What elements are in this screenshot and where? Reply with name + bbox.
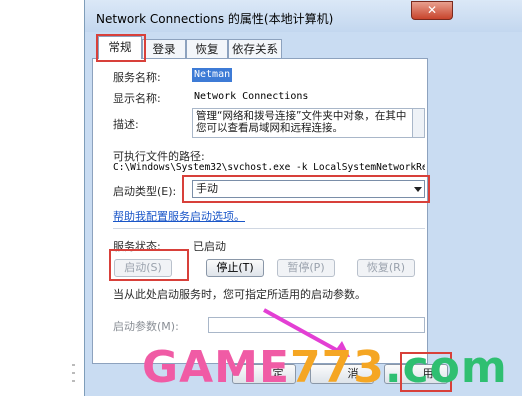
tab-label: 依存关系 <box>232 42 278 56</box>
tab-logon[interactable]: 登录 <box>142 39 186 58</box>
description-box[interactable]: 管理“网络和拨号连接”文件夹中对象，在其中您可以查看局域网和远程连接。 <box>192 108 414 138</box>
game773-watermark: GAME773.com <box>142 344 508 392</box>
title-bar: Network Connections 的属性(本地计算机) ✕ <box>85 0 522 32</box>
service-name-label: 服务名称: <box>113 71 161 84</box>
edge-tick <box>72 380 75 382</box>
start-hint-text: 当从此处启动服务时，您可指定所适用的启动参数。 <box>113 288 366 301</box>
tab-recovery[interactable]: 恢复 <box>186 39 228 58</box>
service-name-value[interactable]: Netman <box>192 68 233 82</box>
tab-label: 恢复 <box>195 42 219 56</box>
stop-button[interactable]: 停止(T) <box>206 259 264 277</box>
edge-tick <box>72 372 75 374</box>
exe-path-value: C:\Windows\System32\svchost.exe -k Local… <box>113 162 425 173</box>
status-value: 已启动 <box>193 240 226 253</box>
start-params-label: 启动参数(M): <box>113 320 179 333</box>
tab-label: 常规 <box>108 40 132 54</box>
watermark-game: GAME <box>142 342 291 393</box>
display-name-label: 显示名称: <box>113 92 161 105</box>
watermark-num: 773 <box>290 342 385 393</box>
highlight-start-button <box>109 249 189 281</box>
startup-type-label: 启动类型(E): <box>113 185 177 198</box>
window-title: Network Connections 的属性(本地计算机) <box>96 12 334 26</box>
close-icon: ✕ <box>426 3 438 17</box>
help-config-link[interactable]: 帮助我配置服务启动选项。 <box>113 208 245 224</box>
highlight-startup-type <box>182 175 430 203</box>
description-scrollbar[interactable] <box>412 108 425 138</box>
resume-button[interactable]: 恢复(R) <box>357 259 415 277</box>
description-label: 描述: <box>113 118 139 131</box>
watermark-com: .com <box>384 342 508 393</box>
display-name-value: Network Connections <box>194 91 309 102</box>
pause-button[interactable]: 暂停(P) <box>277 259 335 277</box>
tab-dependencies[interactable]: 依存关系 <box>228 39 282 58</box>
tab-label: 登录 <box>152 42 176 56</box>
section-divider <box>113 228 425 229</box>
close-button[interactable]: ✕ <box>411 1 453 20</box>
edge-tick <box>72 364 75 366</box>
tab-general[interactable]: 常规 <box>98 36 142 59</box>
